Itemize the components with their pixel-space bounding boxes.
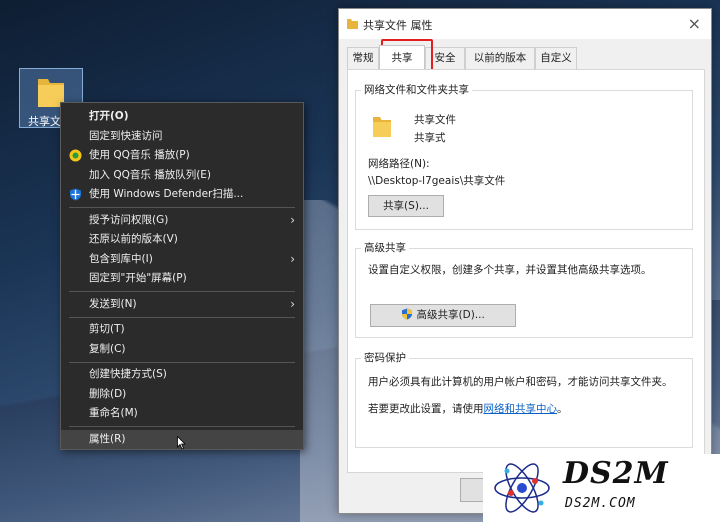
menu-item-label: 剪切(T) — [89, 323, 125, 335]
tab-label: 以前的版本 — [473, 52, 527, 64]
tab-previous-versions[interactable]: 以前的版本 — [465, 47, 535, 69]
menu-item-open[interactable]: 打开(O) — [61, 107, 303, 127]
menu-separator — [69, 291, 295, 292]
menu-item-send-to[interactable]: 发送到(N) › — [61, 295, 303, 315]
menu-item-grant-access[interactable]: 授予访问权限(G) › — [61, 211, 303, 231]
menu-item-rename[interactable]: 重命名(M) — [61, 404, 303, 424]
password-change-hint: 若要更改此设置，请使用网络和共享中心。 — [368, 401, 568, 416]
share-name: 共享文件 — [414, 114, 456, 126]
chevron-right-icon: › — [290, 251, 295, 266]
menu-item-defender-scan[interactable]: 使用 Windows Defender扫描... — [61, 185, 303, 205]
menu-item-include-library[interactable]: 包含到库中(I) › — [61, 250, 303, 270]
menu-item-label: 固定到快速访问 — [89, 129, 163, 142]
properties-window: 共享文件 属性 × 常规 共享 安全 以前的版本 自定义 网络文件和文件夹共享 … — [338, 8, 712, 514]
menu-separator — [69, 316, 295, 318]
menu-item-qqmusic-queue[interactable]: 加入 QQ音乐 播放队列(E) — [61, 166, 303, 186]
menu-item-label: 固定到"开始"屏幕(P) — [89, 272, 187, 284]
advanced-sharing-button-label: 高级共享(D)... — [416, 309, 485, 321]
chevron-right-icon: › — [290, 212, 295, 227]
menu-item-create-shortcut[interactable]: 创建快捷方式(S) — [61, 365, 303, 385]
share-status: 共享式 — [414, 132, 446, 144]
group-title-advanced-sharing: 高级共享 — [361, 240, 409, 255]
share-button[interactable]: 共享(S)... — [368, 195, 444, 217]
menu-item-label: 使用 QQ音乐 播放(P) — [89, 149, 190, 161]
desktop-folder-label: 共享文 — [28, 115, 61, 128]
watermark-sub-text: DS2M.COM — [565, 496, 636, 511]
group-title-password-protection: 密码保护 — [361, 350, 409, 365]
folder-icon — [373, 117, 391, 137]
menu-item-qqmusic-play[interactable]: 使用 QQ音乐 播放(P) — [61, 146, 303, 166]
window-title: 共享文件 属性 — [363, 19, 433, 32]
qqmusic-icon — [69, 149, 82, 162]
tab-label: 常规 — [352, 52, 374, 64]
watermark-main-text: DS2M — [563, 456, 669, 491]
network-path-value: \\Desktop-l7geais\共享文件 — [368, 175, 506, 187]
menu-item-restore-versions[interactable]: 还原以前的版本(V) — [61, 230, 303, 250]
title-bar: 共享文件 属性 × — [339, 9, 711, 39]
menu-separator — [69, 361, 295, 363]
tab-label: 安全 — [434, 52, 456, 64]
menu-item-pin-quick-access[interactable]: 固定到快速访问 — [61, 127, 303, 147]
defender-shield-icon — [70, 188, 81, 201]
menu-item-label: 复制(C) — [89, 342, 126, 355]
menu-item-label: 授予访问权限(G) — [89, 213, 169, 226]
password-protection-description: 用户必须具有此计算机的用户帐户和密码，才能访问共享文件夹。 — [368, 376, 673, 388]
share-button-label: 共享(S)... — [383, 200, 429, 212]
folder-icon — [347, 19, 358, 29]
menu-item-label: 发送到(N) — [89, 297, 137, 310]
menu-item-delete[interactable]: 删除(D) — [61, 385, 303, 405]
network-sharing-center-link[interactable]: 网络和共享中心 — [484, 403, 558, 415]
group-title-network-sharing: 网络文件和文件夹共享 — [361, 82, 472, 97]
mouse-cursor-icon — [177, 436, 186, 450]
menu-item-copy[interactable]: 复制(C) — [61, 340, 303, 360]
menu-separator — [69, 426, 295, 427]
network-path-label: 网络路径(N): — [368, 158, 430, 170]
close-icon[interactable]: × — [688, 14, 701, 33]
watermark: DS2M DS2M.COM — [483, 454, 720, 522]
tab-label: 共享 — [391, 52, 413, 64]
menu-item-label: 打开(O) — [89, 110, 129, 122]
menu-item-label: 创建快捷方式(S) — [89, 368, 167, 380]
uac-shield-icon — [402, 308, 413, 320]
password-change-prefix: 若要更改此设置，请使用 — [368, 403, 484, 415]
context-menu: 打开(O) 固定到快速访问 使用 QQ音乐 播放(P) 加入 QQ音乐 播放队列… — [60, 102, 304, 450]
tab-general[interactable]: 常规 — [347, 47, 379, 69]
advanced-sharing-button[interactable]: 高级共享(D)... — [370, 304, 516, 327]
menu-item-label: 删除(D) — [89, 387, 127, 400]
menu-item-label: 加入 QQ音乐 播放队列(E) — [89, 168, 212, 181]
tab-customize[interactable]: 自定义 — [535, 47, 577, 69]
password-change-suffix: 。 — [557, 403, 568, 415]
menu-item-label: 重命名(M) — [89, 407, 138, 419]
menu-item-cut[interactable]: 剪切(T) — [61, 320, 303, 340]
menu-separator — [69, 207, 295, 208]
chevron-right-icon: › — [290, 296, 295, 311]
menu-item-pin-start[interactable]: 固定到"开始"屏幕(P) — [61, 269, 303, 289]
sharing-pane: 网络文件和文件夹共享 共享文件 共享式 网络路径(N): \\Desktop-l… — [347, 69, 705, 473]
tab-label: 自定义 — [540, 52, 572, 64]
menu-item-label: 包含到库中(I) — [89, 252, 153, 265]
tab-sharing[interactable]: 共享 — [379, 45, 425, 69]
menu-item-label: 使用 Windows Defender扫描... — [89, 188, 244, 200]
advanced-sharing-description: 设置自定义权限，创建多个共享，并设置其他高级共享选项。 — [368, 264, 652, 276]
menu-item-label: 还原以前的版本(V) — [89, 233, 178, 245]
menu-item-label: 属性(R) — [89, 432, 126, 445]
atom-logo-icon — [494, 463, 550, 513]
